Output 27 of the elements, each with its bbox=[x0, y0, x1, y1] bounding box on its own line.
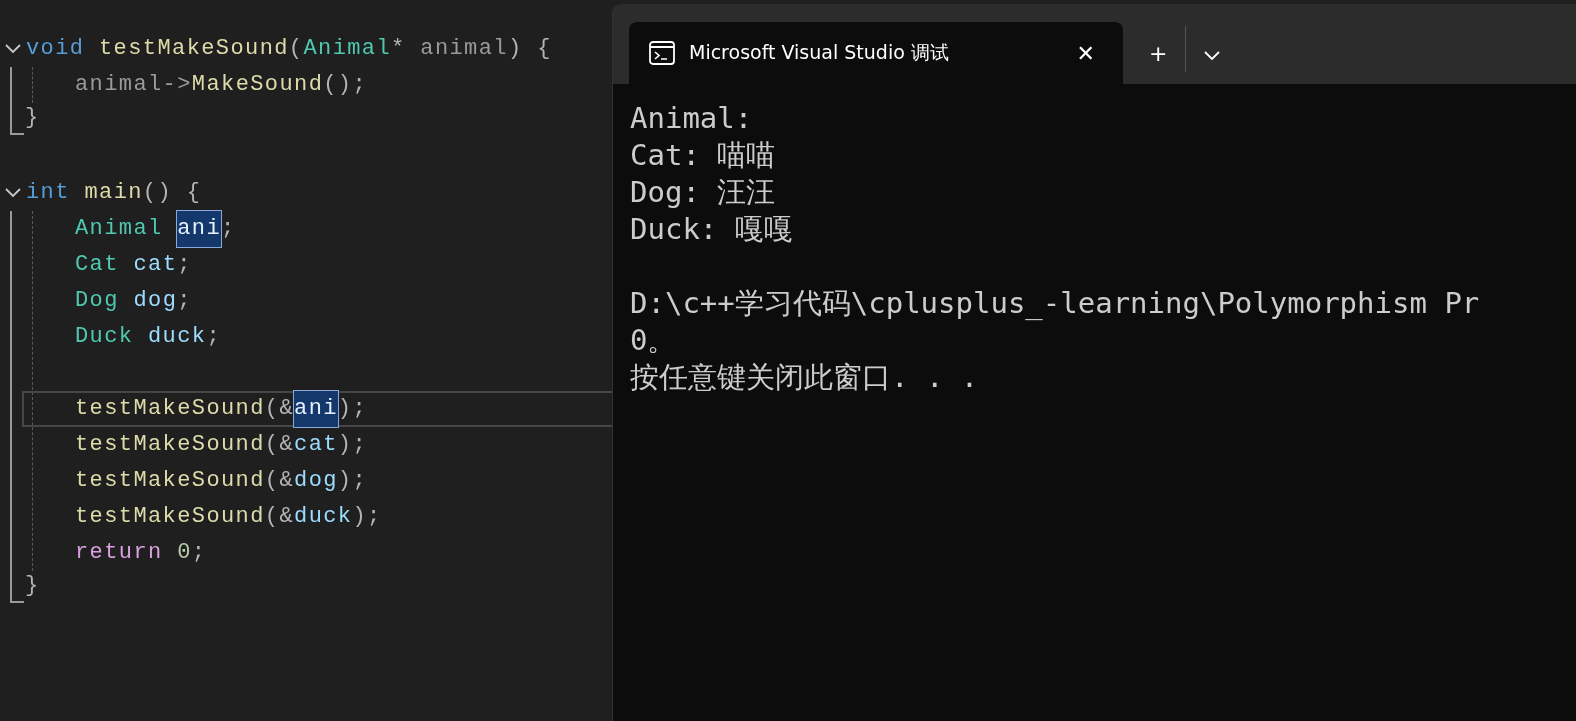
code-line: void testMakeSound(Animal* animal) { bbox=[0, 31, 612, 67]
output-line: Cat: 喵喵 bbox=[630, 137, 777, 174]
close-button[interactable]: ✕ bbox=[1068, 36, 1103, 70]
terminal-tab[interactable]: Microsoft Visual Studio 调试 ✕ bbox=[629, 22, 1123, 84]
fold-chevron-icon[interactable] bbox=[4, 187, 22, 199]
terminal-icon bbox=[649, 41, 675, 65]
chevron-down-icon bbox=[1204, 50, 1221, 61]
code-line: testMakeSound(&dog); bbox=[74, 467, 369, 495]
code-line: animal->MakeSound(); bbox=[74, 71, 369, 99]
output-line: 按任意键关闭此窗口. . . bbox=[630, 359, 980, 396]
output-line: D:\c++学习代码\cplusplus_-learning\Polymorphism Pr bbox=[630, 285, 1481, 322]
code-line: Cat cat; bbox=[74, 251, 193, 279]
output-line: Dog: 汪汪 bbox=[630, 174, 777, 211]
code-line: Dog dog; bbox=[74, 287, 193, 315]
code-line: return 0; bbox=[74, 539, 208, 567]
tab-title: Microsoft Visual Studio 调试 bbox=[689, 40, 950, 65]
output-line: Animal: bbox=[630, 100, 754, 137]
output-line: 0。 bbox=[630, 322, 678, 359]
code-line: testMakeSound(&ani); bbox=[22, 391, 612, 427]
code-line: testMakeSound(&duck); bbox=[74, 503, 383, 531]
fold-chevron-icon[interactable] bbox=[4, 43, 22, 55]
output-line: Duck: 嘎嘎 bbox=[630, 211, 794, 248]
new-tab-button[interactable]: + bbox=[1141, 36, 1176, 70]
code-line: Animal ani; bbox=[22, 211, 612, 247]
code-line: Duck duck; bbox=[74, 323, 223, 351]
code-line: int main() { bbox=[0, 175, 612, 211]
code-line: testMakeSound(&cat); bbox=[74, 431, 369, 459]
